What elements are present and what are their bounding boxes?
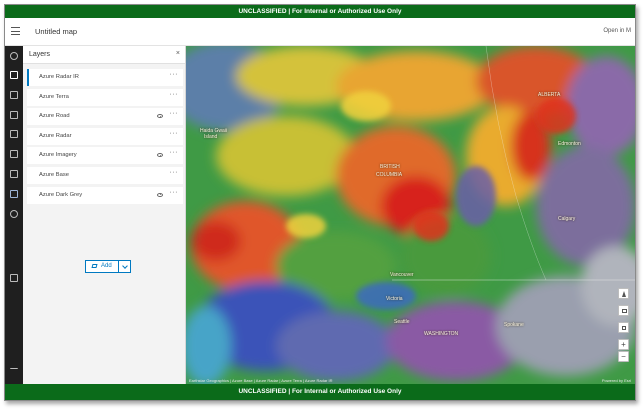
menu-icon[interactable] — [11, 27, 20, 35]
layers-panel: Layers × Azure Radar IR ··· Azure Terra … — [23, 46, 186, 384]
layer-item[interactable]: Azure Terra ··· — [27, 88, 183, 106]
chevron-down-icon[interactable] — [122, 263, 128, 269]
map-label-spokane: Spokane — [504, 322, 524, 328]
action-bar — [5, 46, 23, 384]
bookmarks-icon[interactable] — [10, 130, 18, 138]
map-label-victoria: Victoria — [386, 296, 403, 302]
add-layer-button-group: Add — [85, 260, 131, 273]
map-title[interactable]: Untitled map — [35, 27, 77, 36]
add-layer-button[interactable]: Add — [86, 261, 119, 272]
layer-label: Azure Base — [39, 171, 69, 178]
more-options-icon[interactable]: ··· — [170, 71, 179, 78]
map-attribution[interactable]: Earthstar Geographics | Azure Base | Azu… — [189, 378, 332, 383]
map-label-british-columbia: BRITISH — [380, 164, 400, 170]
zoom-in-button[interactable]: + — [618, 339, 629, 350]
map-label-vancouver: Vancouver — [390, 272, 414, 278]
radar-imagery — [186, 46, 635, 384]
home-icon — [622, 326, 626, 330]
layer-item[interactable]: Azure Dark Grey ··· — [27, 186, 183, 204]
layer-item[interactable]: Azure Road ··· — [27, 108, 183, 126]
more-options-icon[interactable]: ··· — [170, 169, 179, 176]
more-options-icon[interactable]: ··· — [170, 110, 179, 117]
add-button-label: Add — [101, 263, 112, 269]
layer-item[interactable]: Azure Imagery ··· — [27, 147, 183, 165]
classification-banner-top: UNCLASSIFIED | For Internal or Authorize… — [5, 5, 635, 18]
map-label-seattle: Seattle — [394, 319, 410, 325]
layer-label: Azure Terra — [39, 93, 69, 100]
screen-view-button[interactable] — [618, 305, 629, 316]
print-icon[interactable] — [10, 274, 18, 282]
close-icon[interactable]: × — [176, 50, 180, 57]
basemap-icon[interactable] — [10, 170, 18, 178]
layers-add-icon — [91, 264, 98, 268]
map-view[interactable]: ALBERTA Edmonton BRITISH COLUMBIA Calgar… — [186, 46, 635, 384]
sketch-icon[interactable] — [10, 150, 18, 158]
classification-banner-bottom: UNCLASSIFIED | For Internal or Authorize… — [5, 384, 635, 400]
layer-label: Azure Radar — [39, 132, 72, 139]
map-label-washington: WASHINGTON — [424, 331, 459, 337]
zoom-out-button[interactable]: − — [618, 351, 629, 362]
layers-panel-header: Layers × — [23, 46, 185, 64]
layer-item[interactable]: Azure Base ··· — [27, 166, 183, 184]
more-options-icon[interactable]: ··· — [170, 130, 179, 137]
map-label-haida-gwaii-2: Island — [204, 134, 218, 140]
open-in-button[interactable]: Open in M — [603, 28, 631, 34]
app-window: UNCLASSIFIED | For Internal or Authorize… — [4, 4, 636, 401]
home-button[interactable] — [618, 322, 629, 333]
layers-panel-title: Layers — [29, 51, 51, 58]
minus-icon: − — [621, 352, 626, 361]
map-label-calgary: Calgary — [558, 216, 576, 222]
eye-icon[interactable] — [157, 114, 163, 119]
filter-icon[interactable] — [10, 190, 18, 198]
add-layer-icon[interactable] — [10, 52, 18, 60]
monitor-icon — [621, 309, 627, 313]
layer-item[interactable]: Azure Radar ··· — [27, 127, 183, 145]
map-label-alberta: ALBERTA — [538, 92, 561, 98]
plus-icon: + — [621, 340, 626, 349]
eye-icon[interactable] — [157, 192, 163, 197]
app-header: Untitled map Open in M — [5, 18, 635, 46]
more-options-icon[interactable]: ··· — [170, 149, 179, 156]
layers-icon[interactable] — [10, 71, 18, 79]
settings-icon[interactable] — [10, 210, 18, 218]
legend-icon[interactable] — [10, 111, 18, 119]
powered-by-esri[interactable]: Powered by Esri — [602, 378, 631, 383]
layer-label: Azure Road — [39, 113, 70, 120]
layer-item[interactable]: Azure Radar IR ··· — [27, 69, 183, 86]
layer-label: Azure Dark Grey — [39, 191, 83, 198]
more-options-icon[interactable]: ··· — [170, 91, 179, 98]
layer-list: Azure Radar IR ··· Azure Terra ··· Azure… — [27, 69, 183, 206]
layer-label: Azure Radar IR — [39, 74, 79, 80]
compass-button[interactable] — [618, 288, 629, 299]
map-label-british-columbia-2: COLUMBIA — [376, 172, 403, 178]
layer-label: Azure Imagery — [39, 152, 77, 159]
table-icon[interactable] — [10, 91, 18, 99]
expand-icon[interactable] — [10, 364, 18, 369]
more-options-icon[interactable]: ··· — [170, 189, 179, 196]
eye-icon[interactable] — [157, 153, 163, 158]
compass-icon — [622, 290, 626, 297]
map-label-edmonton: Edmonton — [558, 141, 581, 147]
